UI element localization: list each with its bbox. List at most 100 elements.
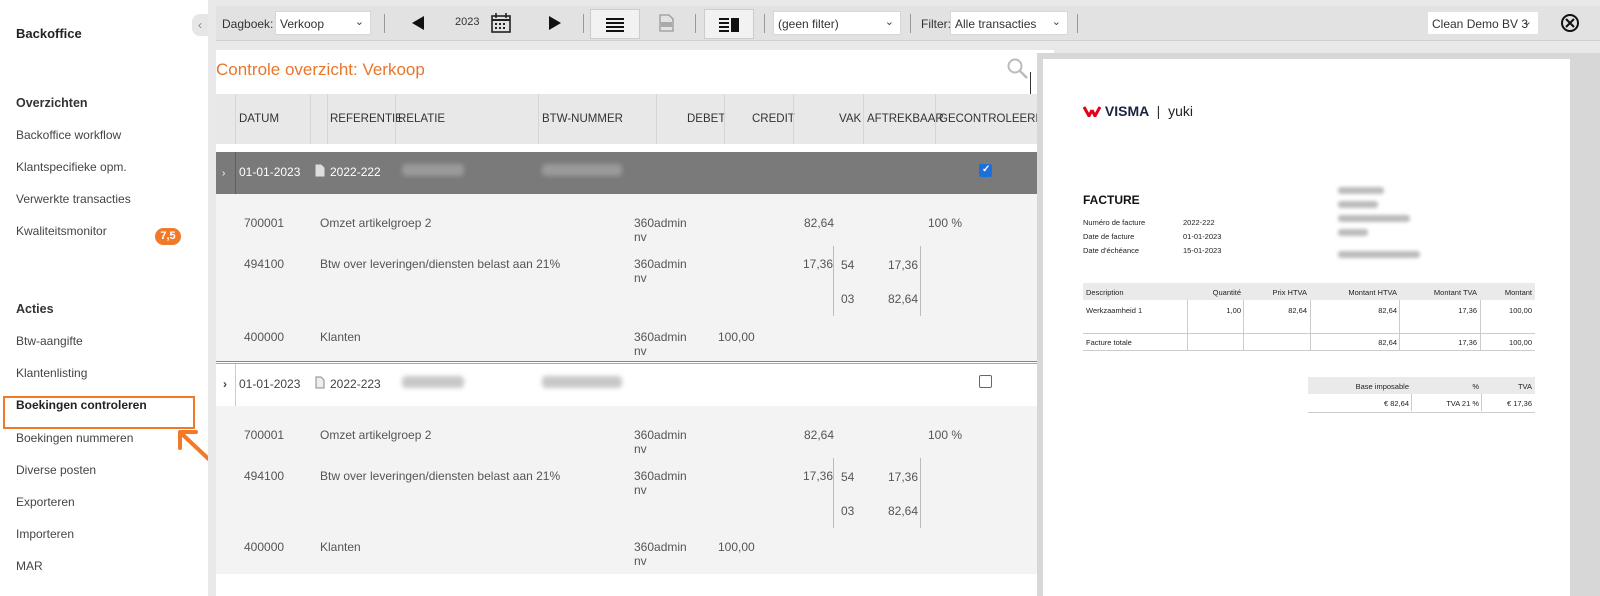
invoice-meta-value: 2022-222 xyxy=(1183,218,1215,227)
document-icon[interactable] xyxy=(315,376,325,389)
next-year-icon[interactable] xyxy=(547,16,561,42)
column-header-gecontroleerd[interactable]: GECONTROLEERD xyxy=(939,113,1044,125)
vat-cell: € 82,64 xyxy=(1383,399,1409,408)
sidebar-item-diverse-posten[interactable]: Diverse posten xyxy=(16,463,96,477)
sidebar-item-verwerkte-transacties[interactable]: Verwerkte transacties xyxy=(16,192,131,206)
previous-year-icon[interactable] xyxy=(412,16,426,42)
filter-select[interactable]: (geen filter) ⌄ xyxy=(773,11,901,35)
row-divider xyxy=(235,364,236,406)
column-header-btw-nummer[interactable]: BTW-NUMMER xyxy=(542,113,623,125)
vat-divider xyxy=(920,458,921,528)
column-divider xyxy=(724,94,725,144)
chevron-down-icon: ⌄ xyxy=(1522,16,1532,28)
sidebar-item-btw-aangifte[interactable]: Btw-aangifte xyxy=(16,334,83,348)
yuki-logo-text: yuki xyxy=(1168,103,1194,119)
company-select[interactable]: Clean Demo BV 3 ⌄ xyxy=(1427,11,1539,35)
vat-divider xyxy=(833,458,834,528)
line-deductible: 100 % xyxy=(928,216,963,230)
chevron-down-icon: ⌄ xyxy=(1051,16,1061,28)
transaction-reference[interactable]: 2022-223 xyxy=(330,377,381,391)
calendar-icon[interactable] xyxy=(490,12,512,38)
expand-chevron-icon[interactable]: › xyxy=(223,377,227,391)
invoice-cell: 1,00 xyxy=(1226,306,1241,315)
vat-column-divider xyxy=(1481,394,1482,411)
column-header-credit[interactable]: CREDIT xyxy=(752,113,795,125)
line-account: 400000 xyxy=(244,540,285,554)
transaction-filter-value: Alle transacties xyxy=(955,17,1037,31)
column-header-relatie[interactable]: RELATIE xyxy=(398,113,445,125)
sidebar-item-klantenlisting[interactable]: Klantenlisting xyxy=(16,366,87,380)
line-account: 494100 xyxy=(244,257,285,271)
invoice-total-cell: 17,36 xyxy=(1458,338,1477,347)
visma-logo-icon xyxy=(1082,106,1102,120)
address-redacted xyxy=(1338,201,1378,208)
line-account: 700001 xyxy=(244,216,285,230)
close-icon[interactable] xyxy=(1560,13,1580,39)
column-header-debet[interactable]: DEBET xyxy=(687,113,725,125)
dagboek-select[interactable]: Verkoop ⌄ xyxy=(275,11,371,35)
line-description: Btw over leveringen/diensten belast aan … xyxy=(320,469,561,483)
quality-score-badge: 7,5 xyxy=(155,228,181,245)
expand-chevron-icon[interactable]: › xyxy=(222,168,225,179)
column-header-vak[interactable]: VAK xyxy=(839,113,861,125)
column-header-referentie[interactable]: REFERENTIE xyxy=(330,113,403,125)
line-description: Klanten xyxy=(320,330,361,344)
visma-logo-text: VISMA xyxy=(1104,103,1149,119)
line-debet: 100,00 xyxy=(718,540,755,554)
invoice-cell: 100,00 xyxy=(1509,306,1532,315)
transaction-reference[interactable]: 2022-222 xyxy=(330,165,381,179)
vat-divider xyxy=(920,246,921,316)
transaction-row[interactable]: › 01-01-2023 2022-222 xyxy=(216,152,1042,194)
invoice-preview: VISMA | yuki FACTURE Numéro de facture 2… xyxy=(1037,53,1600,596)
split-view-button[interactable] xyxy=(704,9,754,39)
invoice-row-divider xyxy=(1083,333,1535,334)
vat-column-header: % xyxy=(1472,382,1479,391)
sidebar-item-boekingen-controleren[interactable]: Boekingen controleren xyxy=(16,398,147,412)
checked-checkbox[interactable] xyxy=(979,164,992,177)
document-icon[interactable] xyxy=(315,164,325,177)
vat-box-code: 54 xyxy=(841,470,855,484)
column-divider xyxy=(656,94,657,144)
table-header: DATUM REFERENTIE RELATIE BTW-NUMMER DEBE… xyxy=(216,94,1044,144)
invoice-row-divider xyxy=(1083,350,1535,351)
transaction-filter-select[interactable]: Alle transacties ⌄ xyxy=(950,11,1068,35)
invoice-cell: 17,36 xyxy=(1458,306,1477,315)
column-divider xyxy=(327,94,328,144)
column-header-datum[interactable]: DATUM xyxy=(239,113,279,125)
column-header-aftrekbaar[interactable]: AFTREKBAAR xyxy=(867,113,944,125)
invoice-meta-label: Numéro de facture xyxy=(1083,218,1146,227)
sidebar-item-mar[interactable]: MAR xyxy=(16,559,43,573)
overview-panel: Controle overzicht: Verkoop DATUM REFERE… xyxy=(216,50,1054,596)
line-user-suffix: nv xyxy=(634,230,647,244)
sidebar-item-klantspecifieke-opm[interactable]: Klantspecifieke opm. xyxy=(16,160,127,174)
collapse-sidebar-icon[interactable]: ‹ xyxy=(192,14,208,36)
sidebar: Backoffice ‹ Overzichten Backoffice work… xyxy=(0,0,218,596)
transaction-detail: 700001 Omzet artikelgroep 2 360admin nv … xyxy=(216,406,1042,574)
list-view-button[interactable] xyxy=(590,9,640,39)
toolbar-divider xyxy=(764,14,765,33)
sidebar-item-importeren[interactable]: Importeren xyxy=(16,527,74,541)
vat-column-header: Base imposable xyxy=(1355,382,1409,391)
visma-logo: VISMA | yuki xyxy=(1082,103,1194,120)
vat-box-code: 03 xyxy=(841,292,855,306)
transaction-row[interactable]: › 01-01-2023 2022-223 xyxy=(216,363,1042,406)
line-credit: 82,64 xyxy=(804,428,835,442)
line-description: Omzet artikelgroep 2 xyxy=(320,428,432,442)
relatie-redacted xyxy=(402,164,464,176)
preview-scrollbar[interactable] xyxy=(1578,59,1592,596)
column-divider xyxy=(538,94,539,144)
unchecked-checkbox[interactable] xyxy=(979,375,992,388)
pdf-icon[interactable] xyxy=(658,14,674,40)
sidebar-item-exporteren[interactable]: Exporteren xyxy=(16,495,75,509)
sidebar-item-backoffice-workflow[interactable]: Backoffice workflow xyxy=(16,128,121,142)
transaction-date: 01-01-2023 xyxy=(239,165,301,179)
invoice-meta-value: 01-01-2023 xyxy=(1183,232,1222,241)
sidebar-item-boekingen-nummeren[interactable]: Boekingen nummeren xyxy=(16,431,133,445)
invoice-column-header: Montant TVA xyxy=(1433,288,1477,297)
relatie-redacted xyxy=(402,376,464,388)
column-divider xyxy=(395,94,396,144)
invoice-total-label: Facture totale xyxy=(1086,338,1132,347)
search-icon[interactable] xyxy=(1007,58,1029,80)
row-divider xyxy=(235,152,236,194)
sidebar-item-kwaliteitsmonitor[interactable]: Kwaliteitsmonitor xyxy=(16,224,107,238)
